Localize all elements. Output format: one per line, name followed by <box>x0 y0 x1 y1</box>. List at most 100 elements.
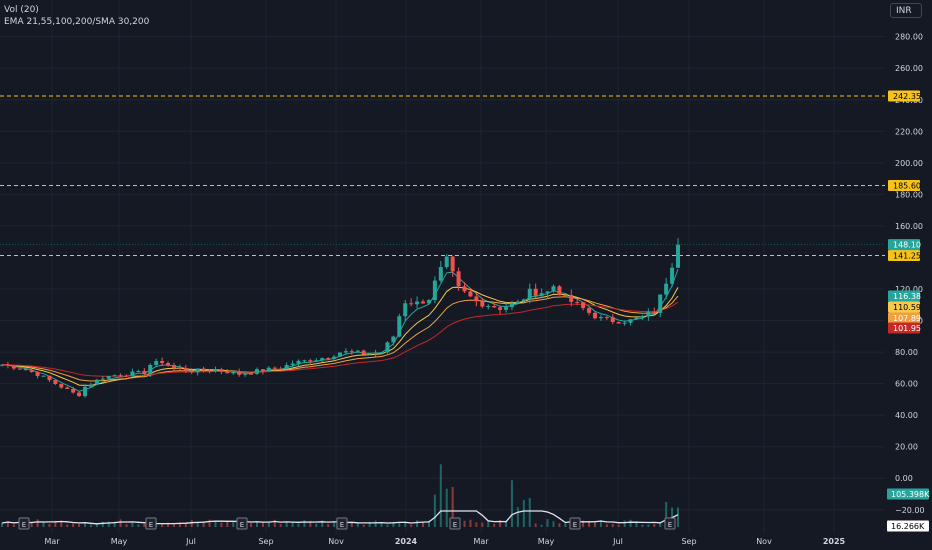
candle-body <box>53 380 58 384</box>
volume-bar <box>297 523 300 527</box>
candle <box>77 390 82 397</box>
volume-bar <box>605 524 608 527</box>
candle <box>338 352 342 357</box>
candle-body <box>592 312 597 319</box>
earnings-marker[interactable]: E <box>18 517 30 530</box>
earnings-marker[interactable]: E <box>569 517 581 530</box>
candle-body <box>628 319 633 323</box>
volume-bar <box>327 524 330 527</box>
volume-bar <box>653 523 656 527</box>
currency-button[interactable]: INR <box>890 3 922 18</box>
price-axis-tick: 260.00 <box>895 64 923 73</box>
candle-body <box>373 352 378 354</box>
ma-long-line <box>1 301 679 377</box>
candle-body <box>100 378 105 380</box>
candle-body <box>77 392 82 397</box>
candle-body <box>35 372 40 376</box>
volume-bar <box>475 522 478 527</box>
candle <box>569 289 574 307</box>
volume-bar <box>522 499 525 527</box>
time-axis-label: Jul <box>185 537 196 546</box>
earnings-marker[interactable]: E <box>449 517 461 530</box>
earnings-marker[interactable]: E <box>236 517 248 530</box>
candle <box>616 321 621 324</box>
candle-body <box>112 375 117 377</box>
candle-body <box>415 301 420 305</box>
candle-body <box>302 360 307 362</box>
volume-bar <box>623 520 626 527</box>
volume-bar <box>143 523 146 527</box>
ema-legend: EMA 21,55,100,200/SMA 30,200 <box>4 17 150 27</box>
volume-bar <box>350 522 353 527</box>
volume-bar <box>78 524 81 527</box>
time-axis-label: May <box>111 537 128 546</box>
candle-body <box>462 286 467 292</box>
volume-bar <box>119 519 122 527</box>
candle <box>385 341 390 354</box>
candle-body <box>314 360 319 362</box>
candle-body <box>634 317 639 320</box>
candle-body <box>278 368 283 370</box>
candle <box>373 349 378 357</box>
price-axis-tick: 220.00 <box>895 127 923 136</box>
price-axis-tick: 0.00 <box>895 474 913 483</box>
ma-label-text: 101.95 <box>893 324 921 333</box>
candle-body <box>480 301 485 307</box>
volume-bar <box>445 488 448 527</box>
earnings-marker[interactable]: E <box>664 517 676 530</box>
candle-body <box>539 293 544 296</box>
earnings-marker-label: E <box>22 521 26 529</box>
candle-body <box>598 317 603 319</box>
volume-label: 16.266K <box>887 520 929 532</box>
candle-body <box>41 375 46 377</box>
ma-label-text: 107.89 <box>893 314 921 323</box>
candle <box>278 366 283 370</box>
candle <box>598 314 603 321</box>
volume-bar <box>356 523 359 527</box>
volume-bar <box>303 520 306 527</box>
volume-bar <box>540 524 543 527</box>
last-price-label-text: 148.10 <box>893 241 921 250</box>
candle <box>658 294 663 318</box>
candle <box>35 371 40 379</box>
candle-body <box>509 303 514 308</box>
candle-body <box>320 358 325 361</box>
candle <box>272 366 277 370</box>
candle-body <box>88 384 93 387</box>
volume-bar <box>481 522 484 527</box>
earnings-marker[interactable]: E <box>145 517 157 530</box>
candle-body <box>225 371 230 374</box>
candle-body <box>254 369 259 374</box>
candle-body <box>426 300 431 304</box>
candle <box>47 375 52 382</box>
candle-body <box>65 387 70 389</box>
volume-bar <box>677 507 679 527</box>
volume-bar <box>416 520 419 527</box>
level-label: 141.25 <box>888 249 921 261</box>
time-axis-label: 2025 <box>823 537 846 546</box>
candle-body <box>219 369 224 372</box>
candle <box>314 358 319 362</box>
volume-bar <box>172 524 175 527</box>
candle <box>652 307 657 314</box>
earnings-marker-label: E <box>453 521 457 529</box>
candle-body <box>237 371 242 375</box>
candle-body <box>610 317 615 323</box>
volume-bar <box>410 524 413 527</box>
volume-label-text: 16.266K <box>891 522 925 531</box>
candle <box>349 349 354 355</box>
candle <box>0 364 4 367</box>
indicator-legend: Vol (20) EMA 21,55,100,200/SMA 30,200 <box>4 4 149 28</box>
candle-body <box>468 291 473 297</box>
candle-body <box>421 301 426 304</box>
candle-body <box>195 368 200 373</box>
volume-bar <box>493 523 496 527</box>
candle-body <box>587 308 592 313</box>
candle-body <box>130 371 135 376</box>
candle-body <box>563 294 568 296</box>
candle-body <box>521 299 526 302</box>
candle-body <box>154 361 159 365</box>
price-chart[interactable]: EEEEEEE280.00260.00240.00220.00200.00180… <box>0 0 932 550</box>
price-axis-tick: 200.00 <box>895 159 923 168</box>
earnings-marker[interactable]: E <box>336 517 348 530</box>
